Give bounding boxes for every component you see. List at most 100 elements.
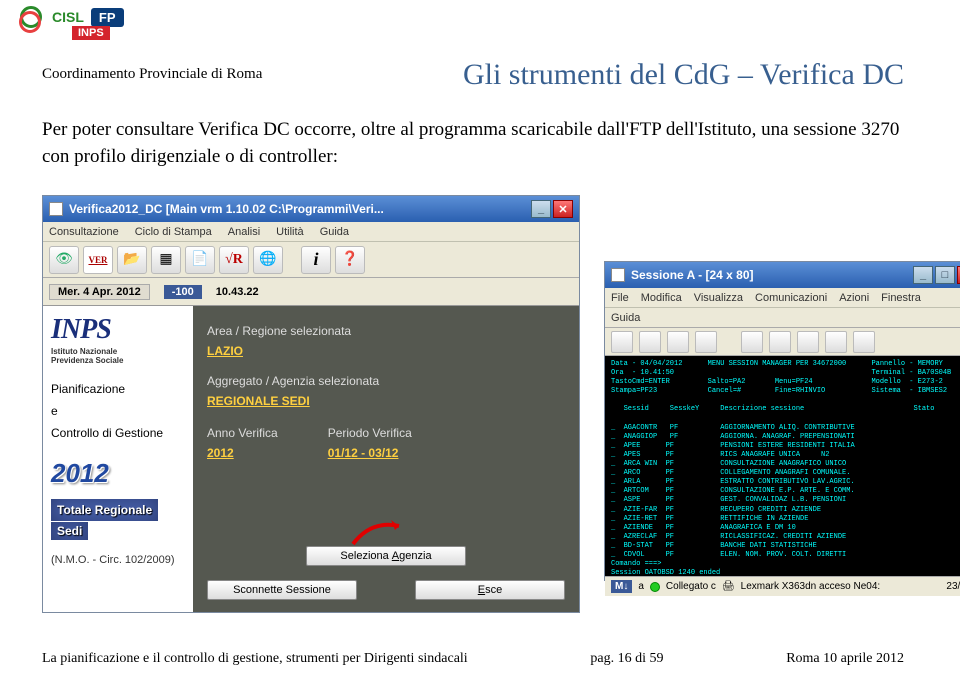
time-display: 10.43.22 — [216, 286, 259, 298]
term-minimize-button[interactable]: _ — [913, 266, 933, 284]
menu-ciclo[interactable]: Ciclo di Stampa — [135, 226, 212, 238]
term-title: Sessione A - [24 x 80] — [631, 268, 754, 282]
red-arrow-annotation — [351, 516, 411, 548]
eye-icon[interactable]: 👁 — [49, 246, 79, 274]
coordination-label: Coordinamento Provinciale di Roma — [42, 66, 262, 83]
screenshots-area: Verifica2012_DC [Main vrm 1.10.02 C:\Pro… — [42, 195, 914, 615]
term-menu-file[interactable]: File — [611, 292, 629, 304]
printer-icon: 🖨 — [722, 581, 735, 592]
tot-regionale: Totale Regionale — [51, 499, 158, 521]
menu-analisi[interactable]: Analisi — [228, 226, 260, 238]
year-period-row: Anno Verifica 2012 Periodo Verifica 01/1… — [207, 426, 565, 460]
footer-right: Roma 10 aprile 2012 — [786, 651, 904, 667]
titlebar-left: Verifica2012_DC [Main vrm 1.10.02 C:\Pro… — [43, 196, 579, 222]
content-panel: Area / Regione selezionata LAZIO Aggrega… — [193, 306, 579, 612]
doc-icon[interactable]: 📄 — [185, 246, 215, 274]
fp-badge: FP — [91, 8, 124, 27]
term-status-conn: Collegato c — [666, 581, 716, 592]
term-menu-guida[interactable]: Guida — [611, 312, 640, 324]
info-icon[interactable]: i — [301, 246, 331, 274]
page-title: Gli strumenti del CdG – Verifica DC — [463, 58, 904, 92]
side-cdg: Controllo di Gestione — [51, 426, 185, 440]
window-title: Verifica2012_DC [Main vrm 1.10.02 C:\Pro… — [69, 202, 384, 216]
verifica-app-window: Verifica2012_DC [Main vrm 1.10.02 C:\Pro… — [42, 195, 580, 613]
term-statusbar: M↓ a Collegato c 🖨 Lexmark X363dn acceso… — [605, 576, 960, 596]
app-icon — [49, 202, 63, 216]
term-menubar: File Modifica Visualizza Comunicazioni A… — [605, 288, 960, 308]
term-maximize-button[interactable]: □ — [935, 266, 955, 284]
year-display: 2012 — [51, 458, 185, 489]
term-tool-2[interactable] — [639, 331, 661, 353]
page: CISL FP INPS Coordinamento Provinciale d… — [0, 0, 960, 681]
term-menu-comunicazioni[interactable]: Comunicazioni — [755, 292, 827, 304]
label-area: Area / Regione selezionata — [207, 324, 565, 338]
label-anno: Anno Verifica — [207, 426, 278, 440]
cisl-text: CISL — [52, 9, 84, 25]
inps-logo: INPS — [51, 314, 185, 346]
side-plan: Pianificazione — [51, 382, 185, 396]
neg-value: -100 — [164, 285, 202, 299]
bottom-buttons: Sconnette Sessione Esce — [207, 580, 565, 600]
close-button[interactable]: ✕ — [553, 200, 573, 218]
label-aggregato: Aggregato / Agenzia selezionata — [207, 374, 565, 388]
term-menubar-2: Guida — [605, 308, 960, 328]
term-tool-9[interactable] — [853, 331, 875, 353]
select-row: Seleziona Agenzia — [193, 546, 579, 566]
cisl-logo: CISL FP — [20, 6, 124, 28]
vr-icon[interactable]: √R — [219, 246, 249, 274]
value-periodo: 01/12 - 03/12 — [328, 446, 412, 460]
term-tool-3[interactable] — [667, 331, 689, 353]
term-tool-5[interactable] — [741, 331, 763, 353]
term-tool-7[interactable] — [797, 331, 819, 353]
menubar-left: Consultazione Ciclo di Stampa Analisi Ut… — [43, 222, 579, 242]
value-anno: 2012 — [207, 446, 278, 460]
term-status-cursor: M↓ — [611, 580, 632, 593]
logo-area: CISL FP — [20, 6, 124, 28]
seleziona-agenzia-button[interactable]: Seleziona Agenzia — [306, 546, 466, 566]
menu-utilita[interactable]: Utilità — [276, 226, 304, 238]
window-buttons: _ ✕ — [531, 200, 573, 218]
term-tool-4[interactable] — [695, 331, 717, 353]
sub-toolbar: Mer. 4 Apr. 2012 -100 10.43.22 — [43, 278, 579, 306]
terminal-screen[interactable]: Data - 04/04/2012 MENU SESSION MANAGER P… — [605, 356, 960, 576]
menu-consultazione[interactable]: Consultazione — [49, 226, 119, 238]
tot-sedi: Sedi — [51, 522, 88, 540]
main-area: INPS Istituto Nazionale Previdenza Socia… — [43, 306, 579, 612]
menu-guida[interactable]: Guida — [320, 226, 349, 238]
term-menu-azioni[interactable]: Azioni — [839, 292, 869, 304]
term-menu-visualizza[interactable]: Visualizza — [694, 292, 743, 304]
ver-icon[interactable]: VER — [83, 246, 113, 274]
esce-button[interactable]: Esce — [415, 580, 565, 600]
term-tool-8[interactable] — [825, 331, 847, 353]
term-status-pos: 23/015 — [946, 581, 960, 592]
inps-badge: INPS — [72, 26, 110, 40]
sconnette-button[interactable]: Sconnette Sessione — [207, 580, 357, 600]
footer-center: pag. 16 di 59 — [590, 651, 663, 667]
toolbar-left: 👁 VER 📂 ▦ 📄 √R 🌐 i ❓ — [43, 242, 579, 278]
grid-icon[interactable]: ▦ — [151, 246, 181, 274]
term-tool-1[interactable] — [611, 331, 633, 353]
minimize-button[interactable]: _ — [531, 200, 551, 218]
value-aggregato: REGIONALE SEDI — [207, 394, 565, 408]
globe-icon[interactable]: 🌐 — [253, 246, 283, 274]
terminal-window: Sessione A - [24 x 80] _ □ ✕ File Modifi… — [604, 261, 960, 581]
term-status-printer: Lexmark X363dn acceso Ne04: — [741, 581, 881, 592]
term-icon — [611, 268, 625, 282]
date-display: Mer. 4 Apr. 2012 — [49, 284, 150, 300]
term-menu-modifica[interactable]: Modifica — [641, 292, 682, 304]
term-tool-6[interactable] — [769, 331, 791, 353]
open-icon[interactable]: 📂 — [117, 246, 147, 274]
footer-left: La pianificazione e il controllo di gest… — [42, 651, 468, 667]
label-periodo: Periodo Verifica — [328, 426, 412, 440]
body-text: Per poter consultare Verifica DC occorre… — [42, 117, 904, 170]
term-menu-finestra[interactable]: Finestra — [881, 292, 921, 304]
sidebar: INPS Istituto Nazionale Previdenza Socia… — [43, 306, 193, 612]
value-area: LAZIO — [207, 344, 565, 358]
cisl-ring-icon — [20, 6, 42, 28]
footer: La pianificazione e il controllo di gest… — [42, 651, 904, 667]
titlebar-right: Sessione A - [24 x 80] _ □ ✕ — [605, 262, 960, 288]
connected-dot-icon — [650, 582, 660, 592]
term-win-buttons: _ □ ✕ — [913, 266, 960, 284]
help-icon[interactable]: ❓ — [335, 246, 365, 274]
term-status-a: a — [638, 581, 644, 592]
